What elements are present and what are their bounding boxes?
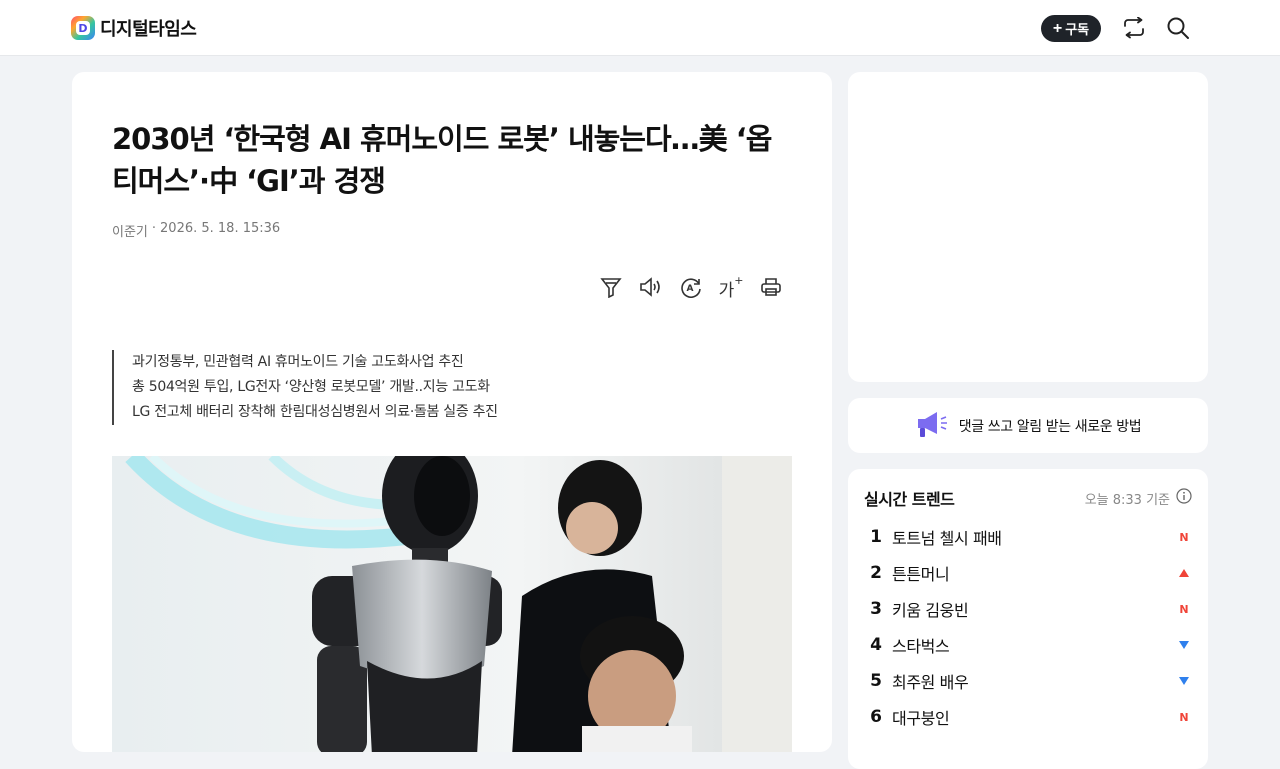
trend-rank: 4 <box>870 635 882 655</box>
trend-item[interactable]: 2 튼튼머니 <box>864 555 1192 591</box>
subscribe-label: 구독 <box>1065 22 1090 37</box>
trends-title: 실시간 트렌드 <box>864 490 955 509</box>
brand-logo-icon: D <box>71 16 95 40</box>
trends-updated-time: 오늘 8:33 기준 <box>1084 492 1170 508</box>
rank-up-icon <box>1176 565 1192 581</box>
byline-separator: · <box>151 221 157 236</box>
trend-item[interactable]: 1 토트넘 첼시 패배 N <box>864 519 1192 555</box>
site-logo-link[interactable]: D 디지털타임스 <box>71 15 197 41</box>
article-summary: 과기정통부, 민관협력 AI 휴머노이드 기술 고도화사업 추진 총 504억원… <box>112 350 752 425</box>
summary-line: LG 전고체 배터리 장착해 한림대성심병원서 의료·돌봄 실증 추진 <box>132 404 498 420</box>
article-photo <box>112 456 792 752</box>
new-badge: N <box>1179 710 1189 724</box>
trend-rank: 5 <box>870 671 882 691</box>
rank-down-icon <box>1176 637 1192 653</box>
trend-rank: 3 <box>870 599 882 619</box>
trend-item[interactable]: 6 대구붕인 N <box>864 699 1192 735</box>
summary-line: 과기정통부, 민관협력 AI 휴머노이드 기술 고도화사업 추진 <box>132 354 464 370</box>
trend-rank: 1 <box>870 527 882 547</box>
trend-keyword: 튼튼머니 <box>892 565 950 584</box>
trend-item[interactable]: 5 최주원 배우 <box>864 663 1192 699</box>
trend-keyword: 대구붕인 <box>892 709 950 728</box>
rank-down-icon <box>1176 673 1192 689</box>
share-icon[interactable] <box>1121 15 1147 41</box>
author-name[interactable]: 이준기 <box>112 221 148 240</box>
info-icon[interactable] <box>1176 488 1192 508</box>
trend-keyword: 키움 김웅빈 <box>892 601 969 620</box>
trends-list: 1 토트넘 첼시 패배 N 2 튼튼머니 3 키움 김웅빈 N 4 스타벅스 5 최주원 배우 6 대구붕… <box>864 519 1192 735</box>
new-badge: N <box>1179 530 1189 544</box>
comment-notice-text: 댓글 쓰고 알림 받는 새로운 방법 <box>958 418 1142 435</box>
site-header: D 디지털타임스 + 구독 <box>0 0 1280 56</box>
search-icon[interactable] <box>1165 15 1191 41</box>
megaphone-icon <box>915 410 949 442</box>
article-headline: 2030년 ‘한국형 AI 휴머노이드 로봇’ 내놓는다…美 ‘옵티머스’·中 … <box>112 122 772 198</box>
plus-icon: + <box>1052 19 1063 37</box>
speaker-icon[interactable] <box>639 274 663 300</box>
ad-slot <box>848 72 1208 382</box>
new-badge: N <box>1179 602 1189 616</box>
trend-item[interactable]: 3 키움 김웅빈 N <box>864 591 1192 627</box>
trend-rank: 6 <box>870 707 882 727</box>
trend-rank: 2 <box>870 563 882 583</box>
trends-meta: 오늘 8:33 기준 <box>1085 488 1192 508</box>
print-icon[interactable] <box>759 274 783 300</box>
trend-keyword: 토트넘 첼시 패배 <box>892 529 1002 548</box>
brand-name: 디지털타임스 <box>100 19 197 40</box>
article-toolbar: A 가 + <box>599 274 783 301</box>
translate-icon[interactable]: A <box>679 274 703 300</box>
summary-line: 총 504억원 투입, LG전자 ‘양산형 로봇모델’ 개발..지능 고도화 <box>132 379 490 395</box>
trend-item[interactable]: 4 스타벅스 <box>864 627 1192 663</box>
comment-notice-banner[interactable]: 댓글 쓰고 알림 받는 새로운 방법 <box>848 398 1208 453</box>
article-byline: 이준기 · 2026. 5. 18. 15:36 <box>112 221 280 240</box>
trend-keyword: 스타벅스 <box>892 637 950 656</box>
trend-keyword: 최주원 배우 <box>892 673 969 692</box>
svg-text:A: A <box>687 284 694 294</box>
font-size-icon[interactable]: 가 + <box>719 274 744 301</box>
filter-icon[interactable] <box>599 274 623 300</box>
subscribe-button[interactable]: + 구독 <box>1041 15 1101 42</box>
realtime-trends: 실시간 트렌드 오늘 8:33 기준 1 토트넘 첼시 패배 N 2 튼튼머니 3 키움 김… <box>848 469 1208 769</box>
article-card: 2030년 ‘한국형 AI 휴머노이드 로봇’ 내놓는다…美 ‘옵티머스’·中 … <box>72 72 832 752</box>
publish-datetime: 2026. 5. 18. 15:36 <box>160 221 281 236</box>
